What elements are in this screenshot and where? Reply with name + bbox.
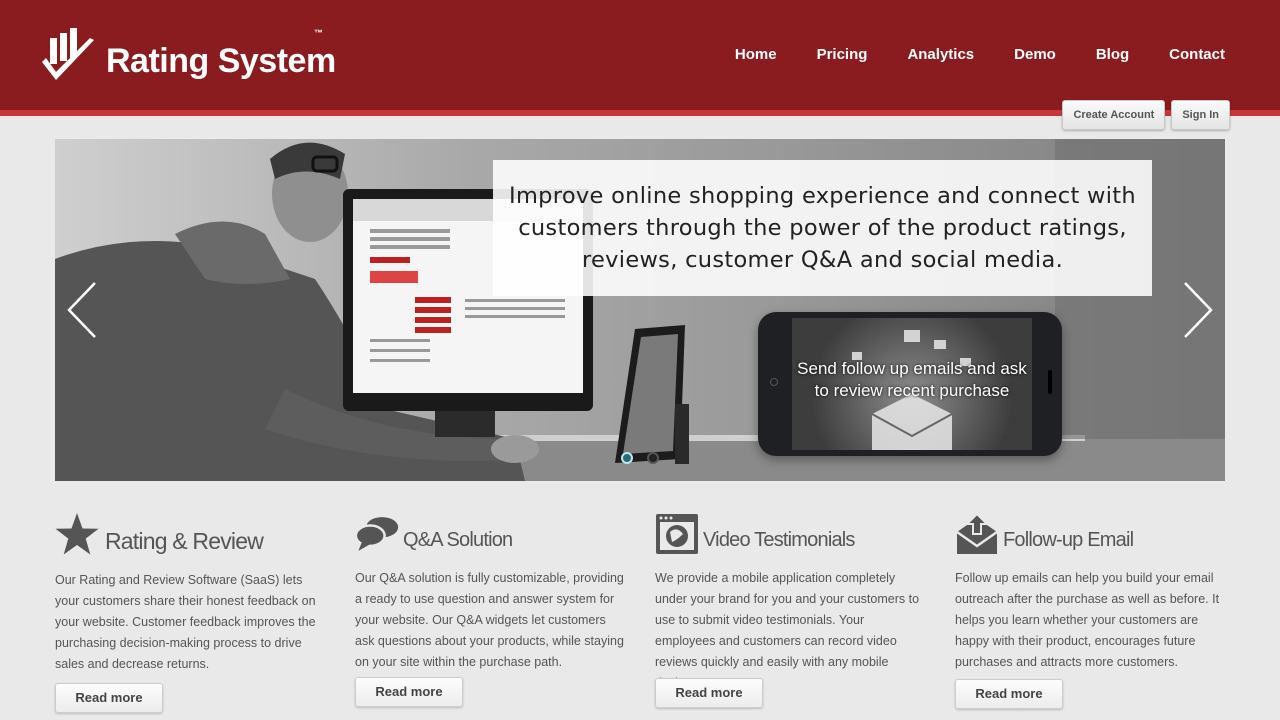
star-icon xyxy=(55,513,99,555)
nav-demo[interactable]: Demo xyxy=(1014,46,1056,63)
create-account-button[interactable]: Create Account xyxy=(1062,100,1166,130)
chevron-left-icon[interactable] xyxy=(67,281,97,339)
phone-home-button xyxy=(1048,370,1052,394)
slide-indicator-2[interactable] xyxy=(647,452,659,464)
chevron-right-icon[interactable] xyxy=(1183,281,1213,339)
feature-description: Follow up emails can help you build your… xyxy=(955,571,1220,669)
read-more-button[interactable]: Read more xyxy=(655,678,763,708)
logo[interactable]: Rating System ™ xyxy=(40,28,340,88)
nav-home[interactable]: Home xyxy=(735,46,777,63)
sign-in-button[interactable]: Sign In xyxy=(1171,100,1230,130)
nav-pricing[interactable]: Pricing xyxy=(817,46,868,63)
hero-slider: Improve online shopping experience and c… xyxy=(55,139,1225,481)
nav-contact[interactable]: Contact xyxy=(1169,46,1225,63)
slider-caption: Improve online shopping experience and c… xyxy=(493,160,1152,296)
feature-title: Q&A Solution xyxy=(403,529,513,551)
feature-rating-review: Rating & Review Our Rating and Review So… xyxy=(55,512,335,713)
trademark-mark: ™ xyxy=(314,28,323,38)
phone-mockup: Send follow up emails and ask to review … xyxy=(758,312,1062,456)
slide-indicator-1[interactable] xyxy=(621,452,633,464)
brand-name: Rating System xyxy=(106,42,336,80)
feature-video-testimonials: Video Testimonials We provide a mobile a… xyxy=(655,512,935,708)
feature-description: Our Rating and Review Software (SaaS) le… xyxy=(55,573,316,671)
read-more-button[interactable]: Read more xyxy=(55,683,163,713)
read-more-button[interactable]: Read more xyxy=(955,679,1063,709)
checkmark-bars-logo xyxy=(42,28,94,80)
chat-bubbles-icon xyxy=(355,517,399,551)
feature-title: Video Testimonials xyxy=(703,529,855,551)
phone-caption: Send follow up emails and ask to review … xyxy=(797,359,1027,400)
feature-description: We provide a mobile application complete… xyxy=(655,571,920,690)
envelope-upload-icon xyxy=(956,512,998,554)
video-window-icon xyxy=(656,514,698,554)
feature-title: Rating & Review xyxy=(105,528,264,554)
site-header: Rating System ™ Home Pricing Analytics D… xyxy=(0,0,1280,130)
nav-blog[interactable]: Blog xyxy=(1096,46,1129,63)
feature-follow-up-email: Follow-up Email Follow up emails can hel… xyxy=(955,512,1235,709)
phone-screen: Send follow up emails and ask to review … xyxy=(792,318,1032,450)
feature-description: Our Q&A solution is fully customizable, … xyxy=(355,571,624,669)
feature-qa-solution: Q&A Solution Our Q&A solution is fully c… xyxy=(355,512,635,707)
main-nav: Home Pricing Analytics Demo Blog Contact xyxy=(695,46,1225,63)
phone-camera-icon xyxy=(770,378,778,386)
account-buttons: Create Account Sign In xyxy=(1062,100,1230,130)
nav-analytics[interactable]: Analytics xyxy=(907,46,974,63)
read-more-button[interactable]: Read more xyxy=(355,677,463,707)
feature-title: Follow-up Email xyxy=(1003,529,1134,551)
